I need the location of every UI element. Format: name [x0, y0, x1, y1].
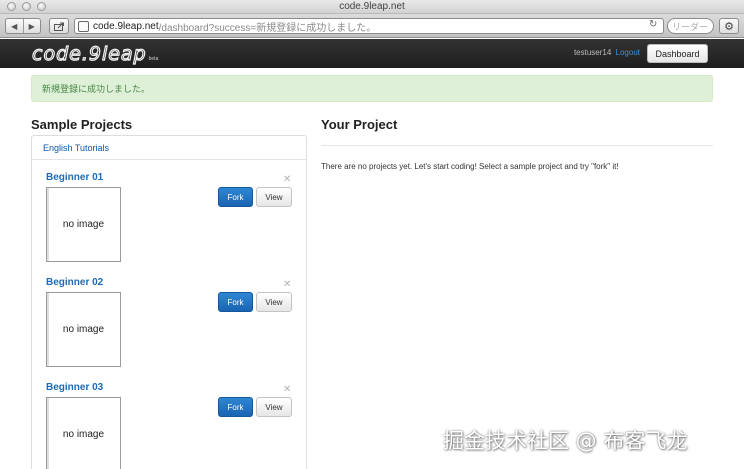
favicon-icon [78, 20, 89, 32]
share-button[interactable] [49, 18, 69, 34]
project-title[interactable]: Beginner 02 [46, 277, 103, 288]
site-navbar: code.9leap beta testuser14 Logout [0, 39, 744, 68]
alert-message: 新規登録に成功しました。 [42, 84, 151, 94]
gear-icon[interactable]: ⚙ [719, 18, 739, 34]
fork-button[interactable]: Fork [218, 187, 253, 207]
project-thumbnail[interactable]: no image [46, 397, 121, 469]
divider [321, 145, 713, 146]
fork-button[interactable]: Fork [218, 397, 253, 417]
project-card: Beginner 03 ✕ no image Fork View [32, 382, 306, 469]
logout-link[interactable]: Logout [616, 48, 640, 57]
thumbnail-text: no image [62, 429, 105, 440]
window-titlebar: code.9leap.net [0, 0, 744, 14]
project-thumbnail[interactable]: no image [46, 292, 121, 367]
search-placeholder: リーダー [672, 21, 709, 32]
reload-icon[interactable]: ↻ [649, 19, 657, 30]
logo-text: code.9leap [31, 42, 147, 65]
fork-button[interactable]: Fork [218, 292, 253, 312]
history-nav: ◀ ▶ [5, 18, 41, 34]
project-title[interactable]: Beginner 03 [46, 382, 103, 393]
tab-label: English Tutorials [43, 142, 110, 153]
thumbnail-text: no image [62, 324, 105, 335]
sample-projects-heading: Sample Projects [31, 117, 133, 132]
empty-projects-message: There are no projects yet. Let's start c… [321, 162, 619, 171]
url-host: code.9leap.net [93, 20, 159, 32]
view-button[interactable]: View [256, 187, 292, 207]
thumbnail-text: no image [62, 219, 105, 230]
forward-arrow-icon[interactable]: ▶ [22, 19, 41, 33]
share-icon [53, 22, 64, 31]
search-input[interactable]: リーダー [667, 18, 714, 34]
sample-projects-panel: English Tutorials Beginner 01 ✕ no image… [31, 135, 307, 469]
success-alert: 新規登録に成功しました。 [31, 75, 713, 102]
address-bar[interactable]: code.9leap.net /dashboard?success=新規登録に成… [74, 18, 664, 34]
site-logo[interactable]: code.9leap beta [31, 42, 159, 65]
view-button[interactable]: View [256, 292, 292, 312]
close-icon[interactable]: ✕ [283, 174, 291, 185]
project-thumbnail[interactable]: no image [46, 187, 121, 262]
watermark: 掘金技术社区 @ 布客飞龙 [443, 429, 688, 453]
back-arrow-icon[interactable]: ◀ [6, 19, 23, 33]
dashboard-button[interactable]: Dashboard [647, 44, 708, 63]
url-path: /dashboard?success=新規登録に成功しました。 [158, 22, 377, 34]
project-card: Beginner 02 ✕ no image Fork View [32, 277, 306, 377]
logo-beta: beta [148, 56, 159, 62]
username: testuser14 [573, 48, 612, 57]
close-icon[interactable]: ✕ [283, 384, 291, 395]
project-card: Beginner 01 ✕ no image Fork View [32, 172, 306, 272]
your-project-heading: Your Project [321, 117, 398, 132]
tab-english-tutorials[interactable]: English Tutorials [32, 136, 306, 160]
close-icon[interactable]: ✕ [283, 279, 291, 290]
project-title[interactable]: Beginner 01 [46, 172, 103, 183]
user-area: testuser14 Logout [574, 48, 640, 57]
view-button[interactable]: View [256, 397, 292, 417]
window-title: code.9leap.net [339, 1, 405, 12]
browser-toolbar: ◀ ▶ code.9leap.net /dashboard?success=新規… [0, 14, 744, 38]
